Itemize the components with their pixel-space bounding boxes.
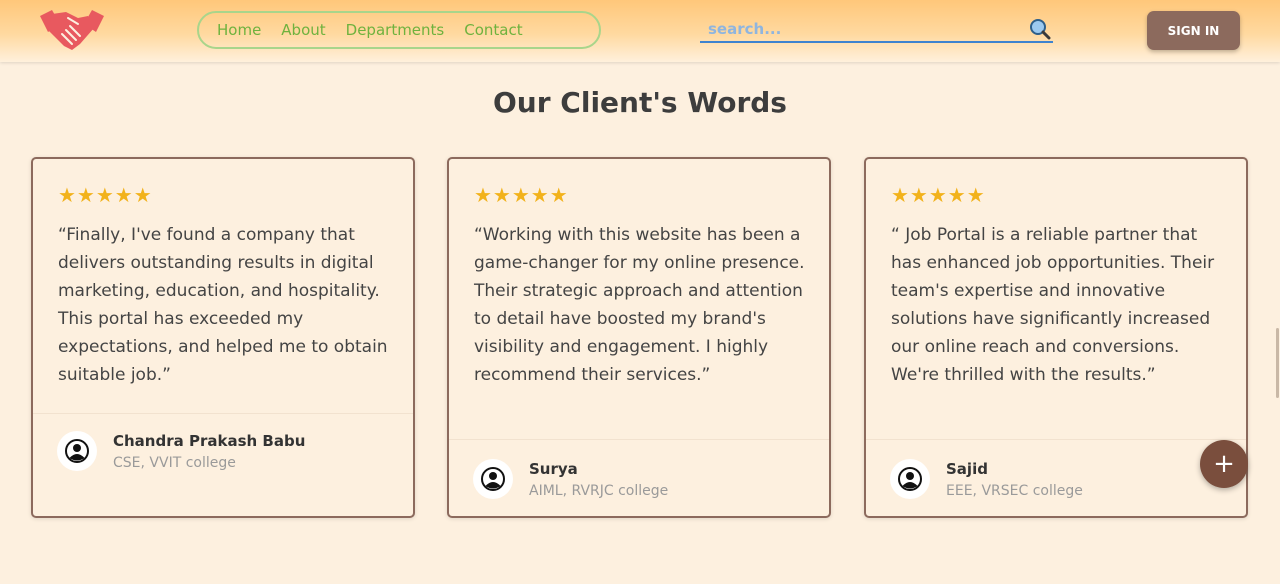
divider [866, 439, 1246, 440]
sign-in-button[interactable]: SIGN IN [1147, 11, 1240, 50]
testimonial-quote: “Working with this website has been a ga… [474, 225, 805, 385]
avatar [57, 431, 97, 471]
testimonial-quote: “ Job Portal is a reliable partner that … [891, 225, 1215, 385]
testimonial-card: ★★★★★ “Working with this website has bee… [447, 157, 831, 518]
client-role: AIML, RVRJC college [529, 483, 669, 499]
client-name: Sajid [946, 460, 988, 478]
nav-departments[interactable]: Departments [346, 21, 445, 39]
nav-about[interactable]: About [281, 21, 325, 39]
floating-add-button[interactable]: + [1200, 440, 1248, 488]
nav-contact[interactable]: Contact [464, 21, 522, 39]
testimonial-card: ★★★★★ “ Job Portal is a reliable partner… [864, 157, 1248, 518]
star-rating: ★★★★★ [891, 183, 986, 207]
site-header: Home About Departments Contact SIGN IN [0, 0, 1280, 62]
client-role: CSE, VVIT college [113, 455, 236, 471]
client-role: EEE, VRSEC college [946, 483, 1083, 499]
star-rating: ★★★★★ [58, 183, 153, 207]
divider [449, 439, 829, 440]
handshake-icon[interactable] [38, 4, 106, 56]
testimonial-quote: “Finally, I've found a company that deli… [58, 225, 388, 385]
avatar [890, 459, 930, 499]
user-icon [481, 467, 505, 491]
user-icon [65, 439, 89, 463]
search-bar [700, 17, 1053, 43]
main-nav: Home About Departments Contact [197, 11, 601, 49]
avatar [473, 459, 513, 499]
client-name: Chandra Prakash Babu [113, 432, 306, 450]
page-scrollbar[interactable] [1276, 328, 1279, 398]
magnifier-icon[interactable] [1029, 18, 1051, 40]
testimonial-card: ★★★★★ “Finally, I've found a company tha… [31, 157, 415, 518]
search-input[interactable] [700, 17, 1018, 41]
user-icon [898, 467, 922, 491]
section-title: Our Client's Words [493, 86, 787, 119]
divider [33, 413, 413, 414]
star-rating: ★★★★★ [474, 183, 569, 207]
nav-home[interactable]: Home [217, 21, 261, 39]
client-name: Surya [529, 460, 578, 478]
